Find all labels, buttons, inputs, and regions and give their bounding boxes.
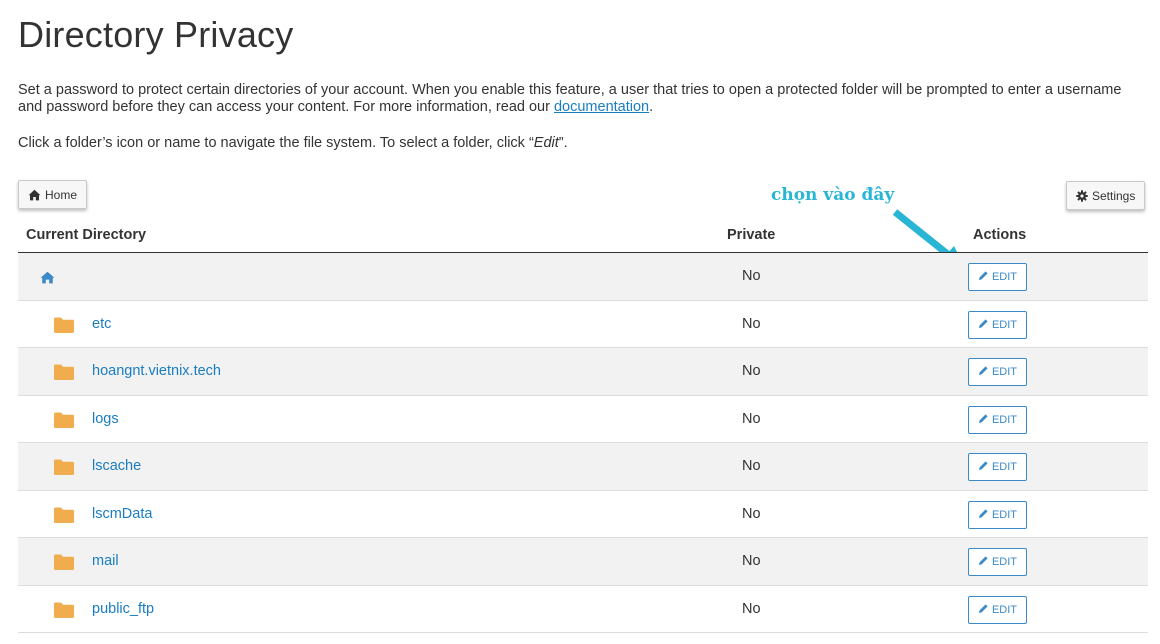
folder-icon[interactable] (54, 459, 74, 479)
pencil-icon (978, 270, 989, 284)
edit-button[interactable]: EDIT (968, 500, 1027, 529)
edit-button[interactable]: EDIT (968, 453, 1027, 481)
table-header: Current Directory Private Actions (18, 222, 1148, 253)
edit-button-label: EDIT (991, 508, 1018, 521)
private-status: No (742, 268, 761, 284)
edit-button-label: EDIT (991, 556, 1018, 568)
settings-button-label: Settings (1092, 188, 1136, 203)
edit-button-label: EDIT (991, 603, 1018, 616)
documentation-link[interactable]: documentation (554, 99, 649, 115)
pencil-icon (978, 460, 989, 474)
settings-button[interactable]: Settings (1066, 181, 1146, 210)
table-row: logs No EDIT (18, 396, 1148, 443)
edit-button-label: EDIT (991, 461, 1018, 473)
edit-button[interactable]: EDIT (968, 358, 1027, 386)
edit-button-label: EDIT (991, 366, 1018, 378)
folder-icon[interactable] (54, 554, 74, 574)
table-row: etc No EDIT (18, 301, 1148, 348)
private-status: No (742, 315, 761, 332)
private-status: No (742, 410, 761, 427)
pencil-icon (978, 555, 989, 569)
table-row: lscmData No EDIT (18, 491, 1148, 538)
directory-name[interactable]: logs (92, 411, 119, 427)
directory-table: Current Directory Private Actions No EDI… (18, 222, 1148, 633)
edit-button[interactable]: EDIT (968, 263, 1027, 291)
directory-name[interactable]: etc (92, 316, 111, 332)
description-end: . (649, 99, 654, 115)
folder-icon[interactable] (54, 507, 74, 527)
pencil-icon (978, 603, 989, 617)
edit-button[interactable]: EDIT (968, 548, 1027, 576)
header-private: Private (727, 227, 776, 243)
directory-name[interactable]: lscmData (92, 506, 152, 522)
home-icon[interactable] (40, 271, 55, 288)
edit-button-label: EDIT (991, 318, 1018, 331)
folder-icon[interactable] (54, 602, 74, 622)
page-description: Set a password to protect certain direct… (18, 82, 1138, 116)
table-row: public_ftp No EDIT (18, 586, 1148, 633)
folder-icon[interactable] (54, 412, 74, 432)
directory-name[interactable]: lscache (92, 458, 141, 474)
folder-icon[interactable] (54, 364, 74, 384)
private-status: No (742, 363, 761, 379)
gear-icon (1076, 189, 1088, 202)
hint-text: Click a folder’s icon or name to navigat… (18, 135, 534, 151)
pencil-icon (978, 365, 989, 379)
edit-button-label: EDIT (991, 413, 1018, 426)
edit-button[interactable]: EDIT (968, 595, 1027, 624)
header-actions: Actions (973, 227, 1027, 243)
directory-name[interactable]: hoangnt.vietnix.tech (92, 363, 221, 379)
hint-edit-word: Edit (533, 135, 559, 151)
header-current-directory: Current Directory (26, 227, 147, 243)
folder-icon[interactable] (54, 317, 74, 337)
pencil-icon (978, 508, 989, 522)
edit-button[interactable]: EDIT (968, 310, 1027, 339)
page-title: Directory Privacy (18, 14, 294, 55)
table-row: hoangnt.vietnix.tech No EDIT (18, 348, 1148, 396)
table-row: mail No EDIT (18, 538, 1148, 586)
home-icon (28, 189, 41, 201)
private-status: No (742, 600, 761, 617)
edit-button-label: EDIT (991, 271, 1018, 283)
home-button[interactable]: Home (18, 180, 88, 209)
table-row: No EDIT (18, 253, 1148, 301)
private-status: No (742, 553, 761, 569)
pencil-icon (978, 318, 989, 332)
hint-end: ”. (558, 135, 568, 151)
table-row: lscache No EDIT (18, 443, 1148, 491)
directory-name[interactable]: mail (92, 553, 119, 569)
directory-name[interactable]: public_ftp (92, 601, 154, 617)
private-status: No (742, 458, 761, 474)
pencil-icon (978, 413, 989, 427)
annotation-label: chọn vào đây (771, 185, 895, 205)
private-status: No (742, 505, 761, 522)
navigation-hint: Click a folder’s icon or name to navigat… (18, 135, 568, 151)
home-button-label: Home (45, 187, 78, 202)
edit-button[interactable]: EDIT (968, 405, 1027, 434)
